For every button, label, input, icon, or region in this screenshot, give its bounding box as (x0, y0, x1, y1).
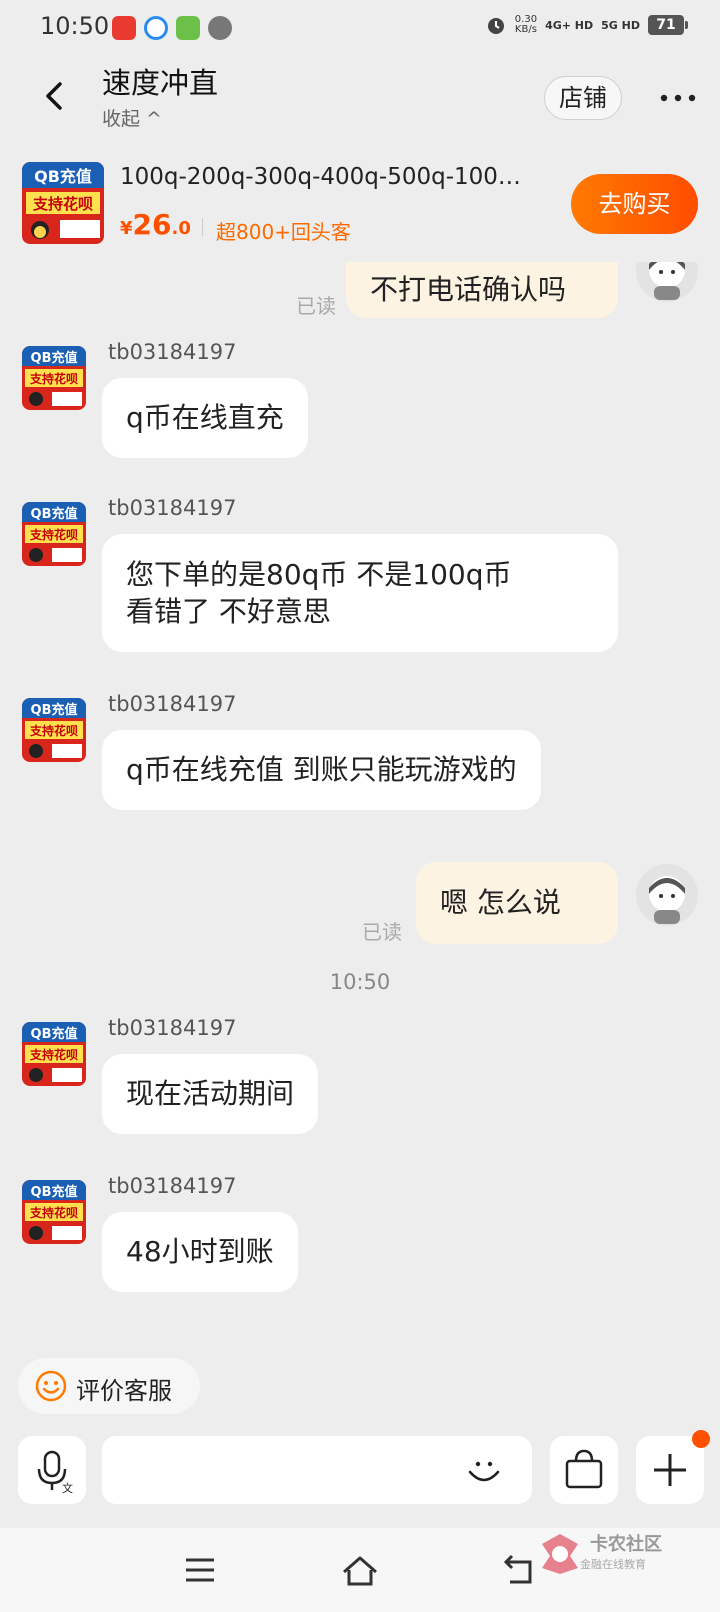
more-options-icon[interactable] (658, 88, 698, 108)
product-name[interactable]: 100q-200q-300q-400q-500q-100… (120, 164, 560, 190)
incoming-message[interactable]: q币在线充值 到账只能玩游戏的 (102, 730, 541, 810)
alarm-icon (487, 18, 504, 34)
incoming-message[interactable]: q币在线直充 (102, 378, 308, 458)
watermark-subtitle: 金融在线教育 (580, 1558, 646, 1571)
product-price: ¥26.0 (120, 208, 191, 241)
message-line: 看错了 不好意思 (126, 595, 331, 628)
svg-text:支持花呗: 支持花呗 (32, 195, 93, 213)
net-speed: 0.30 KB/s (514, 14, 538, 35)
incoming-message[interactable]: 48小时到账 (102, 1212, 298, 1292)
svg-text:QB充值: QB充值 (31, 350, 78, 366)
status-right: 0.30 KB/s 4G+ HD 5G HD 71 (485, 14, 688, 36)
browser-notification-icon (144, 16, 168, 40)
sync-notification-icon (208, 16, 232, 40)
svg-text:支持花呗: 支持花呗 (29, 371, 78, 386)
taobao-notification-icon (112, 16, 136, 40)
status-app-icons (112, 16, 232, 40)
product-image[interactable]: QB充值 支持花呗 (22, 162, 104, 244)
back-arrow-icon[interactable] (38, 78, 74, 114)
watermark: 卡农社区 金融在线教育 (540, 1528, 720, 1588)
message-input[interactable] (102, 1436, 532, 1504)
battery-icon: 71 (648, 15, 688, 35)
plus-icon (654, 1454, 686, 1486)
outgoing-message[interactable]: 嗯 怎么说 (416, 862, 618, 944)
sender-name: tb03184197 (108, 692, 237, 716)
emoji-icon[interactable] (462, 1448, 506, 1492)
watermark-logo (542, 1534, 578, 1574)
message-line: 您下单的是80q币 不是100q币 (126, 558, 512, 591)
svg-text:QB充值: QB充值 (31, 506, 78, 522)
back-icon[interactable] (500, 1550, 540, 1590)
signal-4g: 4G+ HD (545, 18, 594, 32)
svg-text:文: 文 (62, 1481, 73, 1495)
system-nav-bar: 卡农社区 金融在线教育 (0, 1528, 720, 1612)
outgoing-message[interactable]: 不打电话确认吗 (346, 262, 618, 318)
more-actions-button[interactable] (636, 1430, 710, 1504)
incoming-message[interactable]: 现在活动期间 (102, 1054, 319, 1134)
status-bar: 10:50 0.30 KB/s 4G+ HD 5G HD 71 (0, 0, 720, 58)
home-icon[interactable] (340, 1550, 380, 1590)
smile-icon (35, 1370, 67, 1402)
incoming-message[interactable]: 您下单的是80q币 不是100q币 看错了 不好意思 (102, 534, 618, 652)
svg-text:支持花呗: 支持花呗 (29, 527, 78, 542)
signal-5g: 5G HD (601, 18, 640, 32)
status-time: 10:50 (40, 12, 110, 40)
product-bag-button[interactable] (550, 1436, 618, 1504)
sender-name: tb03184197 (108, 1174, 237, 1198)
repeat-customers: 超800+回头客 (216, 220, 351, 244)
product-card[interactable]: QB充值 支持花呗 100q-200q-300q-400q-500q-100… … (0, 150, 720, 262)
shopping-bag-icon (565, 1449, 603, 1489)
chat-messages[interactable]: 已读 不打电话确认吗 QB充值 支持花呗 tb03184197 q币在线直充 QB… (0, 262, 720, 1350)
price-divider (202, 218, 203, 236)
seller-avatar[interactable]: QB充值支持花呗 (22, 1022, 86, 1086)
read-status: 已读 (362, 920, 402, 944)
svg-text:QB充值: QB充值 (31, 702, 78, 718)
rate-service-button[interactable]: 评价客服 (18, 1358, 200, 1414)
user-avatar[interactable] (636, 262, 698, 302)
watermark-title: 卡农社区 (590, 1534, 662, 1555)
svg-text:QB充值: QB充值 (34, 167, 92, 186)
seller-avatar[interactable]: QB充值支持花呗 (22, 346, 86, 410)
sender-name: tb03184197 (108, 496, 237, 520)
chat-header: 速度冲直 收起 ^ 店铺 (0, 58, 720, 142)
svg-text:QB充值: QB充值 (31, 1026, 78, 1042)
collapse-toggle[interactable]: 收起 ^ (102, 104, 162, 131)
read-status: 已读 (296, 294, 336, 318)
seller-avatar[interactable]: QB充值支持花呗 (22, 698, 86, 762)
menu-icon[interactable] (180, 1550, 220, 1590)
buy-button[interactable]: 去购买 (571, 174, 698, 234)
seller-avatar[interactable]: QB充值支持花呗 (22, 1180, 86, 1244)
chat-title: 速度冲直 (102, 66, 219, 100)
rate-service-label: 评价客服 (76, 1377, 172, 1405)
time-separator: 10:50 (329, 970, 391, 994)
user-avatar[interactable] (636, 864, 698, 926)
video-notification-icon (176, 16, 200, 40)
seller-avatar[interactable]: QB充值支持花呗 (22, 502, 86, 566)
voice-input-button[interactable]: 文 (18, 1436, 86, 1504)
sender-name: tb03184197 (108, 1016, 237, 1040)
svg-text:支持花呗: 支持花呗 (29, 1205, 78, 1220)
sender-name: tb03184197 (108, 340, 237, 364)
microphone-icon: 文 (37, 1450, 73, 1495)
notification-dot (692, 1430, 710, 1448)
svg-text:QB充值: QB充值 (31, 1184, 78, 1200)
svg-text:支持花呗: 支持花呗 (29, 1047, 78, 1062)
store-button[interactable]: 店铺 (544, 76, 622, 120)
input-bar: 文 (0, 1430, 720, 1522)
svg-text:支持花呗: 支持花呗 (29, 723, 78, 738)
